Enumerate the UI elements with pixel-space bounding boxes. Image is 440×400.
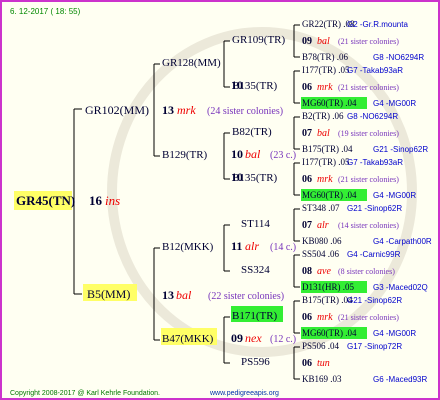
ancestor-sire-name: SS504 .06	[302, 249, 340, 259]
grandparent-breeder-tag: alr	[245, 239, 259, 253]
website-link: www.pedigreeapis.org	[209, 390, 279, 397]
ancestor-sire-origin: G21 -Sinop62R	[347, 296, 402, 305]
ancestor-dam-origin: G4 -MG00R	[373, 329, 416, 338]
grandparent-breeder-tag: bal	[245, 147, 261, 161]
ancestor-breeder-tag: mrk	[317, 82, 333, 93]
grandparent-number: 11	[231, 239, 242, 253]
ancestor-number: 09	[302, 36, 312, 47]
ancestor-sire-name: B2(TR) .06	[302, 111, 344, 121]
ancestor-breeder-tag: bal	[317, 128, 330, 139]
ancestor-breeder-tag: alr	[317, 220, 329, 231]
grandparent-name: B129(TR)	[162, 149, 208, 161]
ancestor-dam-name: D131(HR) .05	[302, 282, 354, 292]
great-grandparent-name: B82(TR)	[232, 126, 272, 138]
ancestor-sire-name: PS506 .04	[302, 341, 340, 351]
ancestor-dam-name: KB080 .06	[302, 236, 342, 246]
ancestor-number: 06	[302, 82, 312, 93]
ancestor-sire-origin: G8 -NO6294R	[347, 112, 398, 121]
ancestor-sister-colonies: (14 sister colonies)	[338, 221, 399, 230]
dam-breeder-tag: bal	[176, 288, 192, 302]
great-grandparent-number: 10	[231, 78, 243, 92]
ancestor-breeder-tag: bal	[317, 36, 330, 47]
great-grandparent-name: ST114	[241, 218, 270, 230]
ancestor-sister-colonies: (21 sister colonies)	[338, 83, 399, 92]
ancestor-dam-name: KB169 .03	[302, 374, 342, 384]
sire-queen-name: GR102(MM)	[85, 103, 149, 117]
grandparent-name: GR128(MM)	[162, 57, 221, 69]
ancestor-dam-name: B175(TR) .04	[302, 144, 353, 154]
ancestor-sire-origin: G4 -Carnic99R	[347, 250, 401, 259]
root-queen-name: GR45(TN)	[16, 193, 75, 208]
ancestor-number: 06	[302, 312, 312, 323]
ancestor-dam-origin: G21 -Sinop62R	[373, 145, 428, 154]
ancestor-sister-colonies: (8 sister colonies)	[338, 267, 395, 276]
root-breeder-tag: ins	[105, 193, 120, 208]
great-grandparent-number: 10	[231, 170, 243, 184]
dam-number: 13	[162, 288, 174, 302]
ancestor-dam-name: B78(TR) .06	[302, 52, 348, 62]
great-grandparent-name: B171(TR)	[232, 310, 278, 322]
ancestor-sister-colonies: (19 sister colonies)	[338, 129, 399, 138]
pedigree-tree: 6. 12-2017 ( 18: 55) Copyright 2008-2017 …	[10, 7, 432, 397]
ancestor-dam-origin: G4 -MG00R	[373, 191, 416, 200]
ancestor-dam-name: MG60(TR) .04	[302, 190, 357, 200]
pedigree-panel: 6. 12-2017 ( 18: 55) Copyright 2008-2017 …	[0, 0, 440, 400]
report-date: 6. 12-2017 ( 18: 55)	[10, 7, 81, 16]
ancestor-sire-origin: G17 -Sinop72R	[347, 342, 402, 351]
dam-queen-name: B5(MM)	[87, 287, 130, 301]
ancestor-dam-name: MG60(TR) .04	[302, 98, 357, 108]
great-grandparent-name: GR109(TR)	[232, 34, 286, 46]
dam-sister-colonies: (22 sister colonies)	[208, 291, 284, 302]
grandparent-sister-colonies: (14 c.)	[270, 242, 296, 253]
ancestor-dam-origin: G8 -NO6294R	[373, 53, 424, 62]
ancestor-sister-colonies: (21 sister colonies)	[338, 37, 399, 46]
ancestor-sister-colonies: (21 sister colonies)	[338, 313, 399, 322]
ancestor-sire-origin: G7 -Takab93aR	[347, 158, 403, 167]
ancestor-number: 07	[302, 220, 312, 231]
ancestor-sire-name: I177(TR) .05	[302, 65, 350, 75]
ancestor-breeder-tag: mrk	[317, 174, 333, 185]
grandparent-number: 10	[231, 147, 243, 161]
ancestor-sire-origin: G7 -Takab93aR	[347, 66, 403, 75]
grandparent-sister-colonies: (12 c.)	[270, 334, 296, 345]
ancestor-dam-name: MG60(TR) .04	[302, 328, 357, 338]
ancestor-number: 06	[302, 358, 312, 369]
root-number: 16	[89, 193, 103, 208]
ancestor-dam-origin: G6 -Maced93R	[373, 375, 427, 384]
sire-breeder-tag: mrk	[177, 103, 196, 117]
grandparent-name: B47(MKK)	[162, 333, 214, 345]
ancestor-sire-name: ST348 .07	[302, 203, 340, 213]
ancestor-number: 06	[302, 174, 312, 185]
ancestor-number: 08	[302, 266, 312, 277]
ancestor-breeder-tag: tun	[317, 358, 330, 369]
ancestor-dam-origin: G3 -Maced02Q	[373, 283, 428, 292]
sire-number: 13	[162, 103, 174, 117]
sire-sister-colonies: (24 sister colonies)	[207, 106, 283, 117]
ancestor-sire-origin: G2 -Gr.R.mounta	[347, 20, 408, 29]
ancestor-sister-colonies: (21 sister colonies)	[338, 175, 399, 184]
ancestor-dam-origin: G4 -MG00R	[373, 99, 416, 108]
grandparent-breeder-tag: nex	[245, 331, 262, 345]
great-grandparent-name: SS324	[241, 264, 270, 276]
ancestor-breeder-tag: mrk	[317, 312, 333, 323]
grandparent-name: B12(MKK)	[162, 241, 214, 253]
grandparent-sister-colonies: (23 c.)	[270, 150, 296, 161]
copyright-text: Copyright 2008-2017 @ Karl Kehrle Founda…	[10, 390, 160, 397]
ancestor-sire-name: B175(TR) .04	[302, 295, 353, 305]
great-grandparent-name: PS596	[241, 356, 270, 368]
grandparent-number: 09	[231, 331, 243, 345]
ancestor-number: 07	[302, 128, 312, 139]
ancestor-sire-name: I177(TR) .05	[302, 157, 350, 167]
ancestor-sire-origin: G21 -Sinop62R	[347, 204, 402, 213]
ancestor-dam-origin: G4 -Carpath00R	[373, 237, 432, 246]
ancestor-breeder-tag: ave	[317, 266, 331, 277]
